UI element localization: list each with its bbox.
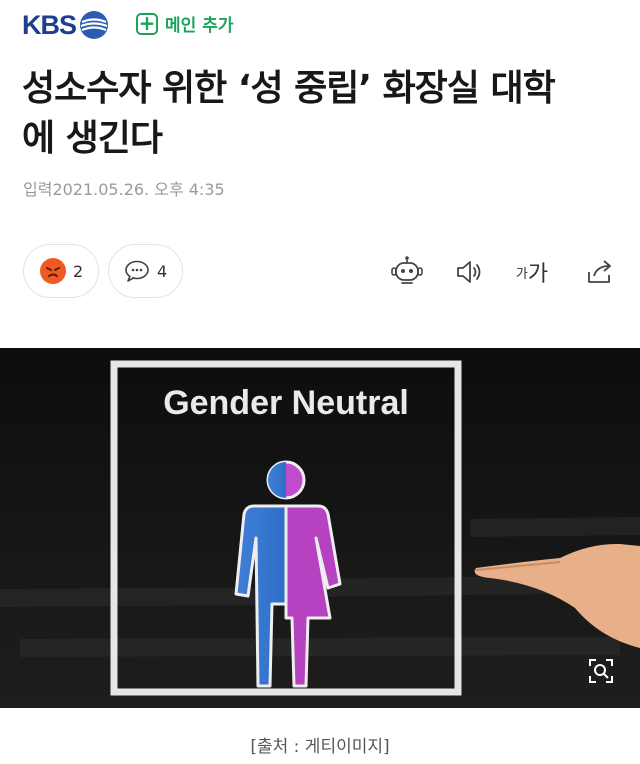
photo-caption: [출처 : 게티이미지]	[250, 737, 390, 757]
zoom-icon[interactable]	[584, 654, 618, 688]
comment-icon	[125, 260, 149, 282]
speaker-icon	[457, 261, 481, 283]
chalkboard-illustration: Gender Neutral	[0, 348, 640, 708]
font-size-large-label: 가	[527, 262, 549, 287]
plus-icon: +	[136, 12, 158, 35]
kbs-logo-icon[interactable]	[79, 10, 109, 40]
header: KBS	[22, 8, 109, 42]
add-main-label: 메인 추가	[165, 16, 234, 36]
comment-count: 4	[157, 261, 168, 281]
angry-face-icon	[40, 258, 66, 284]
article-photo[interactable]: Gender Neutral	[0, 348, 640, 708]
sign-text: Gender Neutral	[163, 384, 409, 422]
add-main-button[interactable]: + 메인 추가	[136, 11, 233, 36]
publish-date: 입력2021.05.26. 오후 4:35	[23, 180, 225, 199]
brand-logo-text[interactable]: KBS	[22, 10, 77, 41]
title-line-2: 에 생긴다	[22, 118, 163, 159]
reaction-count: 2	[73, 261, 84, 281]
title-line-1: 성소수자 위한 ‘성 중립’ 화장실 대학	[22, 68, 556, 109]
font-size-button[interactable]: 가가	[514, 254, 550, 290]
summary-bot-button[interactable]	[389, 254, 425, 290]
reaction-button[interactable]: 2	[23, 244, 99, 298]
share-icon	[588, 260, 611, 283]
comment-button[interactable]: 4	[108, 244, 183, 298]
share-button[interactable]	[582, 254, 618, 290]
robot-icon	[391, 256, 423, 284]
font-size-small-label: 가	[515, 266, 528, 282]
text-to-speech-button[interactable]	[452, 254, 488, 290]
article-title: 성소수자 위한 ‘성 중립’ 화장실 대학 에 생긴다	[22, 64, 622, 164]
